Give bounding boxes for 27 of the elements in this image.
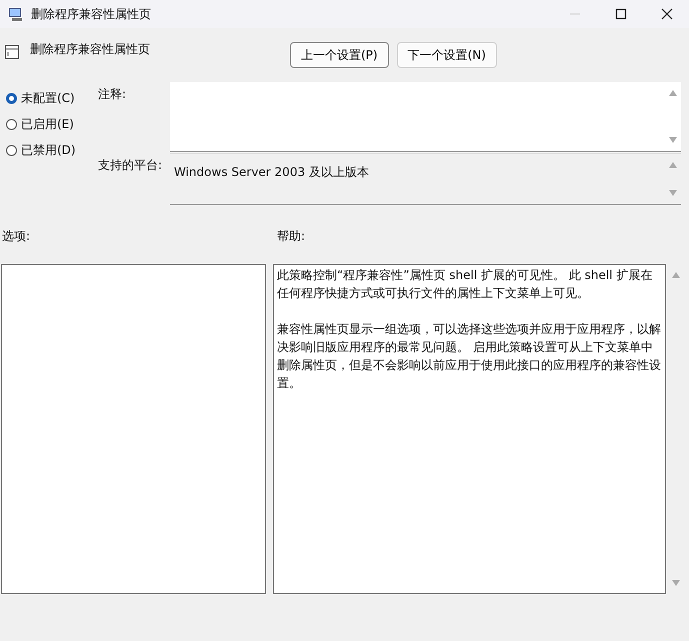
radio-button[interactable] (6, 119, 17, 130)
scroll-up-arrow-icon[interactable] (672, 272, 680, 278)
platform-value: Windows Server 2003 及以上版本 (173, 164, 369, 181)
platform-label: 支持的平台: (97, 157, 164, 174)
window-title: 删除程序兼容性属性页 (31, 6, 151, 22)
maximize-icon[interactable] (615, 8, 627, 20)
help-paragraph: 兼容性属性页显示一组选项，可以选择这些选项并应用于应用程序，以解决影响旧版应用程序的最常见问题。 启用此策略设置可从上下文菜单中删除属性页，但是不会影响以前应用于使用此接口的应用程序的兼容性设置。 (277, 321, 662, 392)
scroll-up-arrow-icon[interactable] (669, 162, 677, 168)
scroll-up-arrow-icon[interactable] (669, 90, 677, 96)
scroll-down-arrow-icon[interactable] (672, 580, 680, 586)
comment-label: 注释: (97, 86, 128, 103)
next-setting-button[interactable]: 下一个设置(N) (396, 42, 497, 68)
help-paragraph: 此策略控制“程序兼容性”属性页 shell 扩展的可见性。 此 shell 扩展在任何程序快捷方式或可执行文件的属性上下文菜单上可见。 (277, 267, 654, 302)
scroll-down-arrow-icon[interactable] (669, 137, 677, 143)
radio-button[interactable] (6, 145, 17, 156)
options-label: 选项: (2, 228, 32, 245)
computer-icon (8, 6, 24, 22)
radio-button[interactable] (6, 93, 17, 104)
radio-label[interactable]: 已禁用(D) (21, 142, 76, 159)
radio-label[interactable]: 未配置(C) (21, 90, 75, 107)
policy-title: 删除程序兼容性属性页 (30, 41, 150, 58)
help-label: 帮助: (277, 228, 306, 245)
radio-label[interactable]: 已启用(E) (21, 116, 74, 133)
settings-page-icon (4, 44, 20, 60)
previous-setting-button[interactable]: 上一个设置(P) (290, 42, 389, 68)
scroll-down-arrow-icon[interactable] (669, 190, 677, 196)
close-icon[interactable] (661, 8, 673, 20)
